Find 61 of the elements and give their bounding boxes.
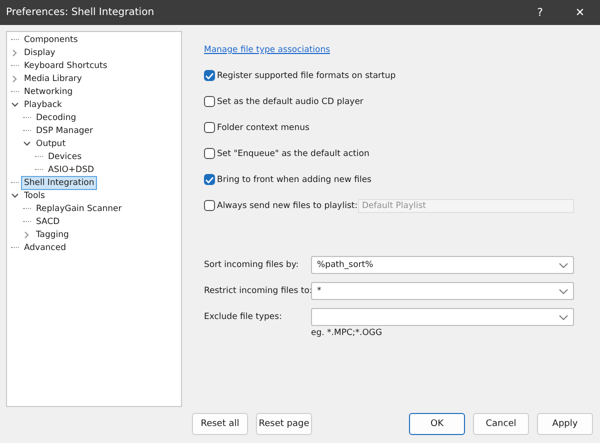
chevron-down-icon[interactable] — [11, 192, 19, 200]
tree-line — [11, 39, 19, 40]
window-title: Preferences: Shell Integration — [6, 7, 154, 18]
tree-item[interactable]: Devices — [45, 150, 84, 164]
chevron-right-icon[interactable] — [11, 74, 19, 82]
tree-item[interactable]: Advanced — [21, 240, 69, 254]
checkbox-label[interactable]: Set as the default audio CD player — [217, 96, 364, 106]
reset-button[interactable]: Reset all — [192, 413, 248, 435]
tree-line — [11, 65, 19, 66]
tree-item[interactable]: DSP Manager — [33, 124, 96, 138]
checkbox[interactable] — [204, 70, 215, 81]
tree-line — [35, 169, 43, 170]
manage-associations-link[interactable]: Manage file type associations — [204, 45, 330, 55]
tree-line — [23, 117, 31, 118]
tree-item[interactable]: Decoding — [33, 110, 80, 124]
chevron-right-icon[interactable] — [11, 48, 19, 56]
checkbox-label[interactable]: Folder context menus — [217, 122, 310, 132]
field-label: Sort incoming files by: — [204, 260, 300, 270]
chevron-down-icon[interactable] — [23, 140, 31, 148]
tree-line — [23, 221, 31, 222]
combo-box[interactable]: %path_sort% — [311, 256, 574, 274]
checkbox-label[interactable]: Set "Enqueue" as the default action — [217, 148, 370, 158]
tree-item[interactable]: Shell Integration — [21, 176, 98, 190]
tree-item[interactable]: Playback — [21, 98, 65, 112]
help-button[interactable]: ? — [520, 0, 560, 25]
tree-item[interactable]: SACD — [33, 214, 63, 228]
tree-item[interactable]: ReplayGain Scanner — [33, 202, 125, 216]
tree-item[interactable]: Display — [21, 46, 58, 60]
tree-line — [35, 156, 43, 157]
checkbox[interactable] — [204, 96, 215, 107]
tree-item[interactable]: Tagging — [33, 228, 72, 242]
hint-text: eg. *.MPC;*.OGG — [311, 328, 384, 338]
tree-line — [23, 208, 31, 209]
dialog-button[interactable]: Cancel — [473, 413, 529, 435]
tree-line — [11, 91, 19, 92]
close-button[interactable]: ✕ — [560, 0, 600, 25]
checkbox[interactable] — [204, 122, 215, 133]
tree-item[interactable]: Networking — [21, 84, 76, 98]
checkbox-label[interactable]: Bring to front when adding new files — [217, 174, 372, 184]
checkbox-label[interactable]: Register supported file formats on startup — [217, 70, 396, 80]
tree-item[interactable]: ASIO+DSD — [45, 162, 98, 176]
reset-button[interactable]: Reset page — [256, 413, 312, 435]
tree-item[interactable]: Keyboard Shortcuts — [21, 58, 110, 72]
checkbox-label[interactable]: Always send new files to playlist: — [217, 200, 358, 210]
checkbox[interactable] — [204, 200, 215, 211]
field-label: Exclude file types: — [204, 312, 283, 322]
tree-line — [23, 130, 31, 131]
tree-item[interactable]: Tools — [21, 188, 48, 202]
tree-line — [11, 247, 19, 248]
tree-item[interactable]: Media Library — [21, 72, 85, 86]
chevron-down-icon[interactable] — [11, 100, 19, 108]
tree-item[interactable]: Output — [33, 136, 69, 150]
combo-box[interactable]: * — [311, 282, 574, 300]
checkbox[interactable] — [204, 174, 215, 185]
dialog-button[interactable]: Apply — [537, 413, 593, 435]
tree-line — [11, 182, 19, 183]
chevron-right-icon[interactable] — [23, 230, 31, 238]
field-label: Restrict incoming files to: — [204, 286, 311, 296]
checkbox[interactable] — [204, 148, 215, 159]
dialog-button[interactable]: OK — [409, 413, 465, 435]
tree-item[interactable]: Components — [21, 32, 81, 46]
